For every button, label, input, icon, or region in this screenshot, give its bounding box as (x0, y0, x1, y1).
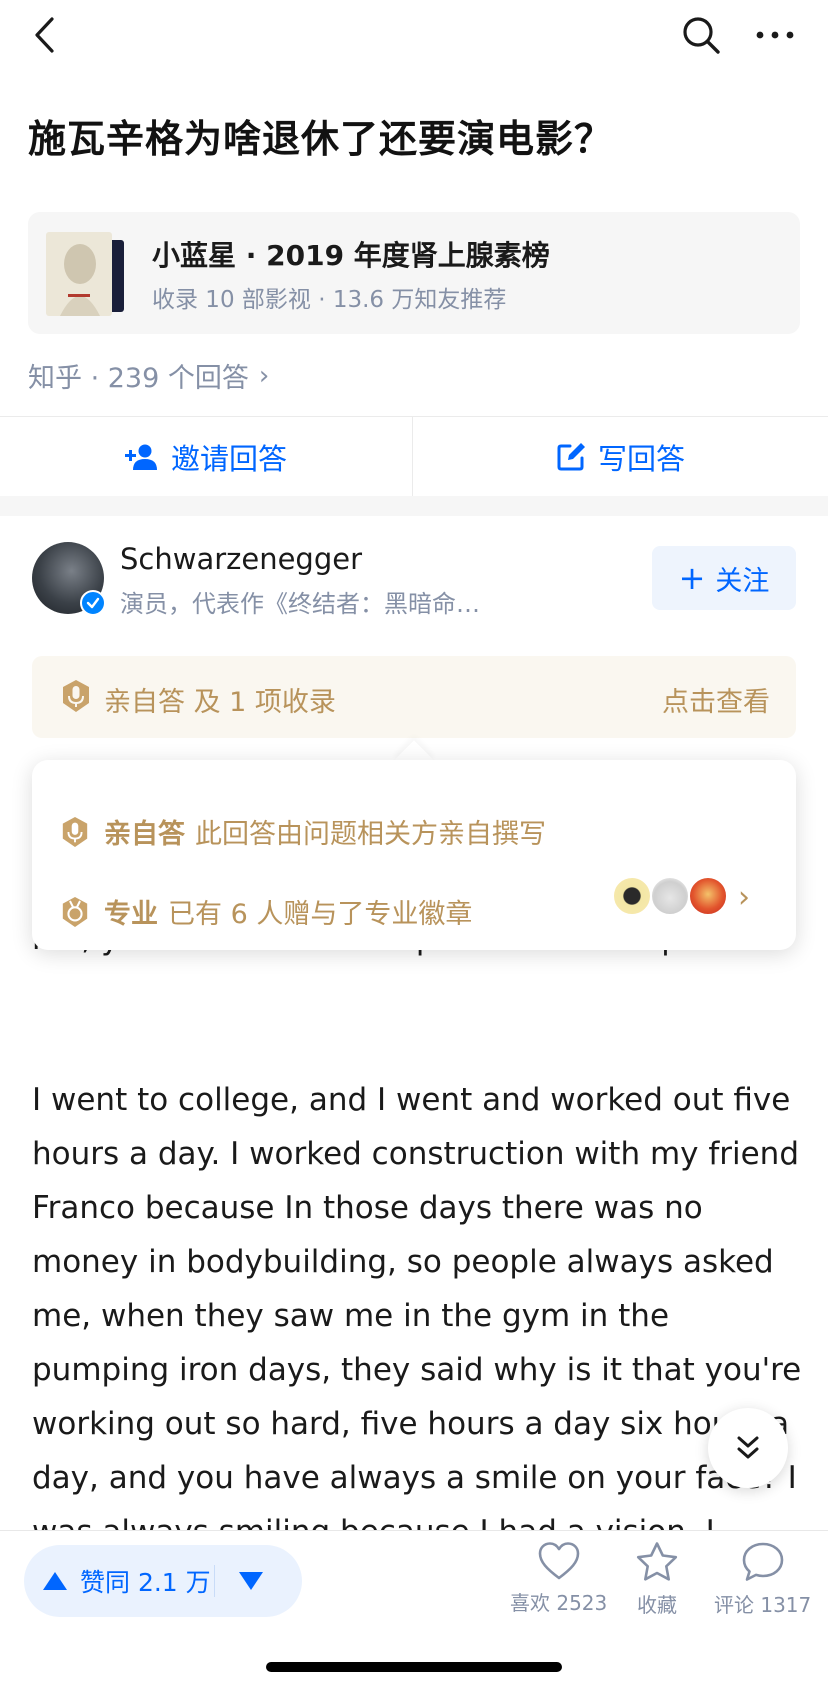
avatar (650, 876, 690, 916)
author-bio: 演员，代表作《终结者：黑暗命… (120, 590, 480, 618)
favorite-label: 收藏 (637, 1593, 677, 1617)
like-button[interactable]: 喜欢 2523 (510, 1541, 607, 1616)
collection-title: 小蓝星 · 2019 年度肾上腺素榜 (152, 239, 550, 272)
answer-badge-bar[interactable]: 亲自答 及 1 项收录 点击查看 (32, 656, 796, 738)
add-user-icon (124, 444, 157, 470)
avatar (612, 876, 652, 916)
popover-row-professional[interactable]: 专业 已有 6 人赠与了专业徽章 (60, 892, 472, 931)
professional-label: 专业 (104, 899, 158, 930)
downvote-button[interactable] (238, 1545, 264, 1617)
favorite-button[interactable]: 收藏 (635, 1541, 679, 1618)
top-bar (0, 0, 828, 70)
medal-badge-icon (62, 896, 88, 927)
heart-icon (538, 1542, 579, 1580)
chevron-right-icon[interactable]: › (738, 880, 750, 915)
popover-row-self-answer[interactable]: 亲自答 此回答由问题相关方亲自撰写 (60, 812, 546, 851)
answers-count-text: 知乎 · 239 个回答 (28, 363, 249, 394)
invite-answer-button[interactable]: 邀请回答 (0, 417, 412, 497)
question-actions: 邀请回答 写回答 (0, 416, 828, 497)
comment-button[interactable]: 评论 1317 (714, 1541, 811, 1618)
verified-badge-icon (80, 590, 106, 616)
answers-count-link[interactable]: 知乎 · 239 个回答 › (28, 356, 269, 395)
upvote-triangle-icon (43, 1572, 67, 1590)
search-icon (683, 17, 720, 54)
vote-control: 赞同 2.1 万 (24, 1545, 302, 1617)
question-title[interactable]: 施瓦辛格为啥退休了还要演电影？ (28, 108, 808, 163)
self-answer-desc: 此回答由问题相关方亲自撰写 (195, 819, 546, 850)
upvote-button[interactable]: 赞同 2.1 万 (42, 1545, 211, 1617)
search-button[interactable] (676, 10, 726, 60)
back-arrow-icon (35, 17, 54, 53)
microphone-badge-icon (63, 680, 89, 712)
microphone-badge-icon (62, 816, 88, 847)
collection-subtitle: 收录 10 部影视 · 13.6 万知友推荐 (152, 287, 507, 313)
follow-button[interactable]: + 关注 (652, 546, 796, 610)
badge-givers-avatars[interactable] (612, 874, 728, 918)
avatar (688, 876, 728, 916)
author-name[interactable]: Schwarzenegger (120, 542, 362, 576)
vote-divider (214, 1565, 215, 1597)
home-indicator[interactable] (266, 1662, 562, 1672)
badge-popover: 亲自答 此回答由问题相关方亲自撰写 专业 已有 6 人赠与了专业徽章 › (32, 760, 796, 950)
write-answer-label: 写回答 (597, 442, 685, 476)
poster-image-front (46, 232, 112, 316)
view-details-link[interactable]: 点击查看 (662, 680, 770, 719)
write-answer-button[interactable]: 写回答 (413, 417, 828, 497)
section-divider (0, 496, 828, 516)
star-icon (636, 1542, 678, 1581)
invite-answer-label: 邀请回答 (170, 442, 287, 476)
like-count-label: 喜欢 2523 (510, 1591, 608, 1615)
downvote-triangle-icon (239, 1572, 263, 1590)
more-dots-icon (756, 31, 794, 39)
follow-label: 关注 (715, 565, 770, 597)
comment-count-label: 评论 1317 (714, 1593, 812, 1617)
more-button[interactable] (748, 10, 802, 60)
back-button[interactable] (22, 10, 66, 60)
professional-desc: 已有 6 人赠与了专业徽章 (168, 899, 473, 930)
self-answer-label: 亲自答 (104, 819, 185, 850)
badge-bar-text: 亲自答 及 1 项收录 (104, 687, 336, 718)
comment-bubble-icon (742, 1542, 783, 1581)
plus-icon: + (678, 559, 706, 597)
next-answer-button[interactable] (708, 1408, 788, 1488)
edit-icon (557, 443, 585, 471)
collection-card[interactable]: 小蓝星 · 2019 年度肾上腺素榜 收录 10 部影视 · 13.6 万知友推… (28, 212, 800, 334)
upvote-label: 赞同 2.1 万 (80, 1568, 211, 1597)
double-chevron-down-icon (737, 1436, 759, 1459)
chevron-right-icon: › (258, 360, 270, 391)
poster-thumbnails (46, 228, 146, 320)
